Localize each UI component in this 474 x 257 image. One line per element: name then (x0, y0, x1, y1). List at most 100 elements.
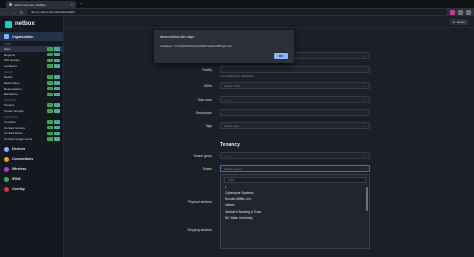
sidebar: netbox Organization SITES Sites + ⇪ Regions +… (0, 16, 64, 257)
menu-organization[interactable]: Organization (0, 32, 63, 41)
url-field[interactable]: demo.netbox.dev/dcim/sites/add/ (27, 9, 447, 15)
profile-icon[interactable] (466, 9, 471, 15)
timezone-value: -------- (224, 97, 232, 102)
import-icon[interactable]: ⇪ (54, 109, 60, 113)
connections-icon (4, 156, 9, 162)
chevron-down-icon: ⌄ (363, 124, 366, 128)
add-icon[interactable]: + (47, 125, 53, 130)
add-icon[interactable]: + (47, 47, 53, 51)
menu-overlay[interactable]: Overlay (0, 184, 63, 194)
sidebar-item-actions: + ⇪ (47, 75, 60, 79)
sidebar-item-label: Contacts (4, 119, 16, 124)
back-icon[interactable]: ← (3, 10, 8, 15)
menu-ipam[interactable]: IPAM (0, 174, 63, 184)
logo-text: netbox (15, 21, 35, 27)
asns-label: ASNs (203, 84, 212, 88)
menu-label: Overlay (12, 187, 25, 192)
description-input[interactable] (220, 109, 370, 116)
menu-devices[interactable]: Devices (0, 144, 63, 154)
import-icon[interactable]: ⇪ (54, 58, 60, 63)
dropdown-scrollbar[interactable] (366, 187, 368, 211)
import-icon[interactable]: ⇪ (54, 47, 60, 51)
sidebar-item-contact-assignments[interactable]: Contact Assignments + ⇪ (0, 136, 63, 142)
add-icon[interactable]: + (47, 75, 53, 79)
sidebar-item-label: Reservations (4, 86, 22, 91)
import-icon[interactable]: ⇪ (54, 131, 60, 136)
new-tab-icon[interactable]: + (80, 1, 82, 6)
add-icon[interactable]: + (47, 131, 53, 136)
add-icon[interactable]: + (47, 64, 53, 69)
timezone-select[interactable]: -------- ⌄ (220, 96, 370, 103)
import-icon[interactable]: ⇪ (54, 52, 60, 57)
sidebar-item-label: Rack Roles (4, 80, 20, 85)
facility-input[interactable] (220, 66, 370, 73)
import-icon[interactable]: ⇪ (54, 103, 60, 108)
menu-label: Connections (12, 157, 34, 162)
asns-select[interactable]: Select ASNs ⌄ (220, 82, 370, 89)
sidebar-item-label: Tenant Groups (4, 109, 24, 114)
menu-label: IPAM (12, 177, 21, 182)
tenant-group-field: Tenant group -------- ⌄ (64, 152, 474, 160)
netbox-logo-icon (5, 20, 12, 28)
import-icon[interactable]: ⇪ (54, 120, 60, 124)
import-icon[interactable]: ⇪ (54, 137, 60, 142)
import-icon[interactable]: ⇪ (54, 81, 60, 85)
dialog-title: demo.netbox.dev says (160, 35, 194, 39)
tenant-group-label: Tenant group (193, 154, 212, 158)
sidebar-item-label: Locations (4, 64, 17, 69)
timezone-label: Time zone (197, 98, 212, 102)
tags-select[interactable]: Select tags ⌄ (220, 122, 370, 129)
ok-button[interactable]: OK (274, 53, 288, 59)
facility-field: Facility Local facility ID or descriptio… (64, 66, 474, 78)
chevron-down-icon: ⌄ (363, 98, 366, 102)
user-icon: ● (453, 19, 455, 24)
close-tab-icon[interactable]: ✕ (70, 3, 73, 7)
chevron-down-icon: ⌄ (363, 154, 366, 158)
reload-icon[interactable]: ↻ (19, 10, 24, 15)
menu-wireless[interactable]: Wireless (0, 164, 63, 174)
import-icon[interactable]: ⇪ (54, 75, 60, 79)
browser-tab[interactable]: Add a new site | NetBox ✕ (6, 1, 76, 8)
add-icon[interactable]: + (47, 81, 53, 85)
add-icon[interactable]: + (47, 103, 53, 108)
netbox-favicon-icon (9, 3, 12, 6)
user-menu[interactable]: ● admin (450, 18, 468, 25)
timezone-field: Time zone -------- ⌄ (64, 96, 474, 104)
asns-placeholder: Select ASNs (224, 83, 241, 88)
browser-tab-strip: Add a new site | NetBox ✕ + (0, 0, 474, 8)
menu-connections[interactable]: Connections (0, 154, 63, 164)
chevron-down-icon: ⌄ (363, 84, 366, 88)
netbox-app: netbox Organization SITES Sites + ⇪ Regions +… (0, 16, 474, 257)
extension-icon[interactable] (450, 9, 455, 15)
sidebar-item-actions: + ⇪ (47, 103, 60, 108)
filter-input[interactable]: Filter (224, 177, 366, 183)
add-icon[interactable]: + (47, 137, 53, 142)
extension-icon[interactable] (458, 9, 463, 15)
import-icon[interactable]: ⇪ (54, 86, 60, 91)
tenant-group-select[interactable]: -------- ⌄ (220, 152, 370, 159)
tenant-option[interactable]: NC State University (221, 215, 369, 221)
sidebar-item-actions: + ⇪ (47, 131, 60, 136)
add-icon[interactable]: + (47, 86, 53, 91)
add-icon[interactable]: + (47, 92, 53, 97)
menu-label: Devices (12, 147, 26, 152)
sidebar-item-actions: + ⇪ (47, 125, 60, 130)
import-icon[interactable]: ⇪ (54, 92, 60, 97)
sidebar-item-actions: + ⇪ (47, 81, 60, 85)
description-label: Description (196, 111, 212, 115)
netbox-logo[interactable]: netbox (0, 16, 63, 32)
tags-placeholder: Select tags (224, 123, 239, 128)
add-icon[interactable]: + (47, 109, 53, 113)
sidebar-item-label: Racks (4, 75, 13, 80)
forward-icon[interactable]: → (11, 10, 16, 15)
description-field: Description (64, 109, 474, 117)
import-icon[interactable]: ⇪ (54, 125, 60, 130)
sidebar-item-label: Contact Assignments (4, 137, 33, 142)
tenant-select[interactable]: Select tenant ⌃ (220, 165, 370, 172)
sidebar-item-actions: + ⇪ (47, 47, 60, 51)
sidebar-item-actions: + ⇪ (47, 109, 60, 113)
add-icon[interactable]: + (47, 52, 53, 57)
import-icon[interactable]: ⇪ (54, 64, 60, 69)
add-icon[interactable]: + (47, 58, 53, 63)
add-icon[interactable]: + (47, 120, 53, 124)
